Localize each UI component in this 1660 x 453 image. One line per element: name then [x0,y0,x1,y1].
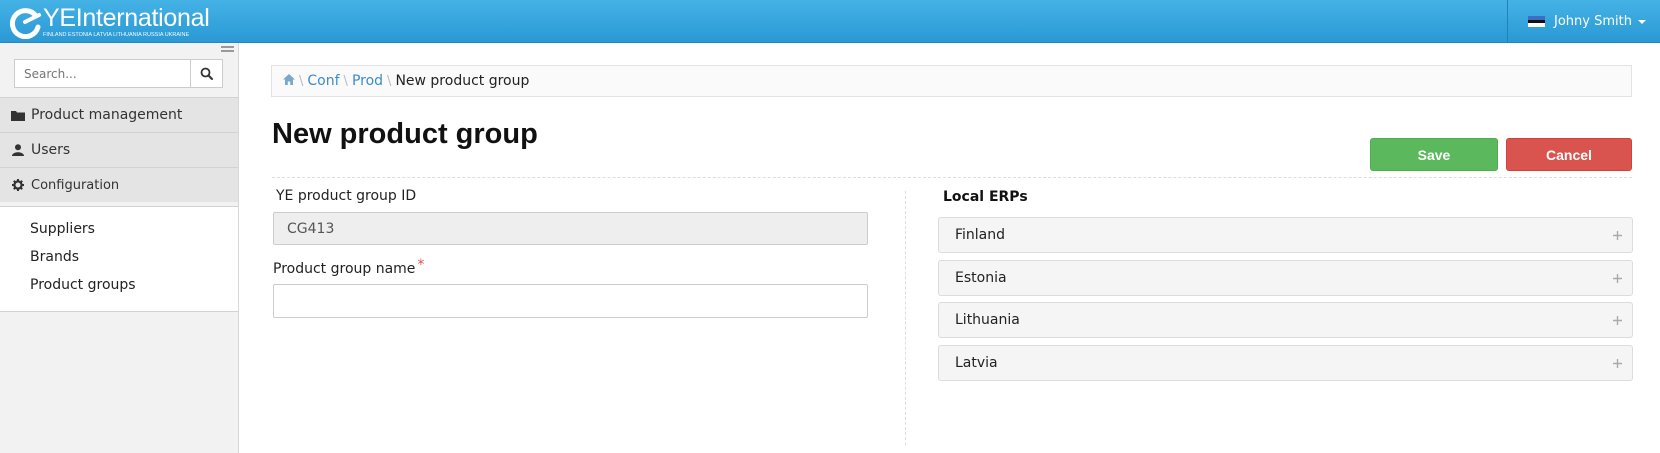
top-header: YEInternational FINLAND ESTONIA LATVIA L… [0,0,1660,43]
estonia-flag-icon [1528,16,1545,28]
save-button[interactable]: Save [1370,138,1498,171]
nav-item-product-management[interactable]: Product management [0,97,238,132]
subnav-item-brands[interactable]: Brands [30,249,79,265]
column-divider [905,191,906,445]
search-input[interactable] [14,59,190,88]
sidebar: Product management Users Configuration S… [0,43,239,453]
breadcrumb-item-configuration[interactable]: Conf [307,73,339,89]
erp-panel-latvia[interactable]: Latvia [938,345,1633,381]
required-marker: * [417,257,425,273]
group-name-label-text: Product group name [273,261,416,277]
section-divider [272,177,1632,178]
cancel-button[interactable]: Cancel [1506,138,1632,171]
subnav-item-product-groups[interactable]: Product groups [30,277,136,293]
nav-item-users[interactable]: Users [0,132,238,167]
breadcrumb-separator: \ [387,73,392,89]
logo-name: YEInternational [43,4,210,32]
group-name-label: Product group name * [273,257,424,277]
configuration-submenu: Suppliers Brands Product groups [0,206,238,312]
group-id-label: YE product group ID [276,188,417,204]
nav-item-configuration[interactable]: Configuration [0,167,238,202]
erp-panel-finland[interactable]: Finland [938,217,1633,253]
erp-panel-label: Estonia [955,270,1007,286]
breadcrumb-separator: \ [343,73,348,89]
user-name: Johny Smith [1554,14,1632,29]
logo-mark-icon [9,6,42,40]
sidebar-collapse-icon[interactable] [221,46,234,56]
erp-panel-lithuania[interactable]: Lithuania [938,302,1633,338]
folder-icon [10,110,26,121]
user-icon [10,144,26,156]
plus-icon[interactable] [1612,230,1623,241]
chevron-down-icon [1637,19,1646,24]
nav-item-label: Configuration [31,177,120,193]
user-menu[interactable]: Johny Smith [1507,0,1660,43]
home-icon[interactable] [283,73,295,89]
plus-icon[interactable] [1612,273,1623,284]
page-title: New product group [272,118,538,150]
erp-panel-label: Latvia [955,355,998,371]
local-erps-title: Local ERPs [943,189,1028,205]
erp-panel-label: Finland [955,227,1006,243]
group-id-field: CG413 [273,212,868,245]
breadcrumb-current: New product group [395,73,530,89]
breadcrumb-separator: \ [299,73,304,89]
logo-tagline: FINLAND ESTONIA LATVIA LITHUANIA RUSSIA … [43,32,190,38]
erp-panel-label: Lithuania [955,312,1020,328]
sidebar-search [14,59,223,88]
search-button[interactable] [190,59,223,88]
plus-icon[interactable] [1612,315,1623,326]
logo[interactable]: YEInternational FINLAND ESTONIA LATVIA L… [9,4,210,40]
search-icon [200,67,213,80]
group-name-field[interactable] [273,284,868,318]
breadcrumb-item-product-groups[interactable]: Prod [352,73,383,89]
plus-icon[interactable] [1612,358,1623,369]
gear-icon [10,179,26,191]
nav-item-label: Product management [31,107,183,123]
erp-panel-estonia[interactable]: Estonia [938,260,1633,296]
subnav-item-suppliers[interactable]: Suppliers [30,221,95,237]
breadcrumb: \ Conf \ Prod \ New product group [271,65,1632,97]
nav-item-label: Users [31,142,71,158]
